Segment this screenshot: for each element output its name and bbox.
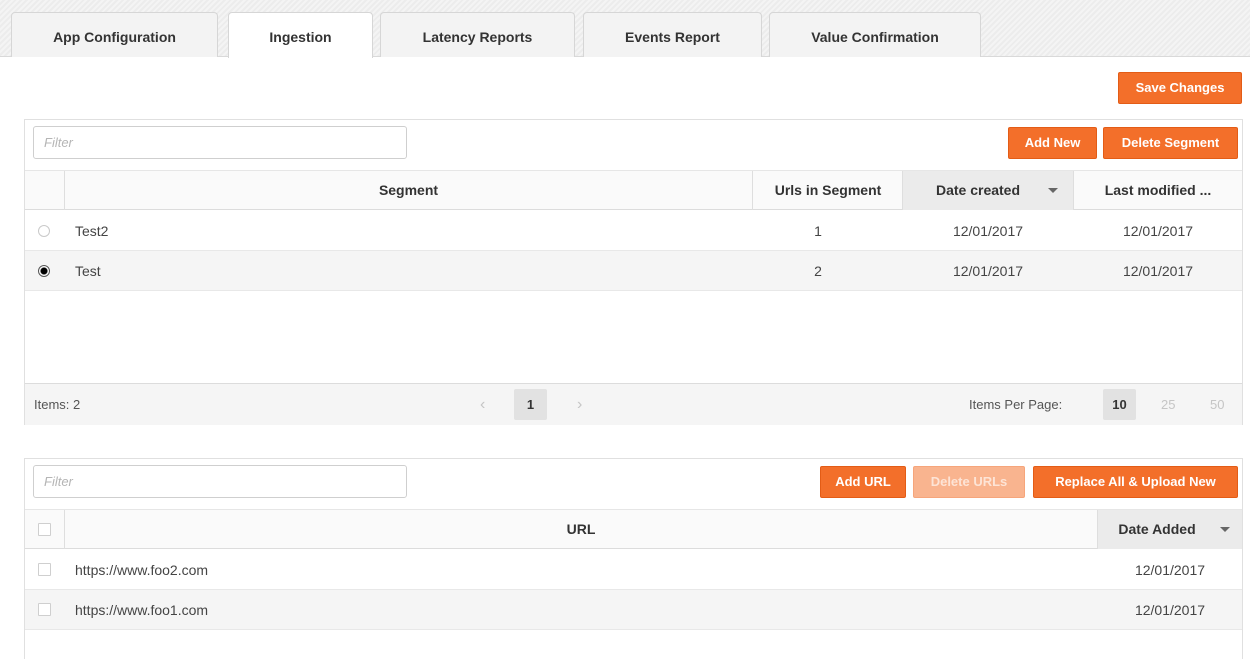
- url-date-added: 12/01/2017: [1134, 602, 1206, 618]
- per-page-option-50[interactable]: 50: [1210, 384, 1224, 425]
- sort-caret-icon: [1220, 527, 1230, 532]
- column-header-label: Date Added: [1118, 521, 1196, 537]
- url-text: https://www.foo1.com: [75, 602, 209, 618]
- items-per-page-label: Items Per Page:: [969, 397, 1063, 412]
- url-row[interactable]: https://www.foo1.com 12/01/2017: [25, 590, 1242, 630]
- tab-latency-reports[interactable]: Latency Reports: [380, 12, 575, 57]
- column-header-urls-in-segment[interactable]: Urls in Segment: [753, 171, 903, 210]
- delete-urls-button[interactable]: Delete URLs: [913, 466, 1025, 498]
- column-header-label: Date created: [935, 182, 1021, 198]
- segments-pager: Items: 2 ‹ 1 › Items Per Page: 10 25 50: [25, 383, 1242, 425]
- segment-last-modified: 12/01/2017: [1122, 263, 1194, 279]
- delete-segment-button[interactable]: Delete Segment: [1103, 127, 1238, 159]
- segment-name: Test: [75, 263, 101, 279]
- prev-page-icon[interactable]: ‹: [480, 384, 485, 425]
- save-changes-button[interactable]: Save Changes: [1118, 72, 1242, 104]
- select-all-checkbox[interactable]: [38, 523, 51, 536]
- add-new-button[interactable]: Add New: [1008, 127, 1097, 159]
- segment-url-count: 2: [814, 263, 822, 279]
- next-page-icon[interactable]: ›: [577, 384, 582, 425]
- segment-radio[interactable]: [38, 265, 50, 277]
- urls-table-header: URL Date Added: [25, 509, 1242, 549]
- sort-caret-icon: [1048, 188, 1058, 193]
- url-checkbox[interactable]: [38, 563, 51, 576]
- column-header-last-modified[interactable]: Last modified ...: [1074, 171, 1242, 210]
- per-page-option-10[interactable]: 10: [1103, 389, 1136, 420]
- column-header-date-created[interactable]: Date created: [903, 171, 1073, 210]
- segment-name: Test2: [75, 223, 109, 239]
- segment-date-created: 12/01/2017: [952, 223, 1024, 239]
- segment-filter-input[interactable]: Filter: [33, 126, 407, 159]
- url-row[interactable]: https://www.foo2.com 12/01/2017: [25, 550, 1242, 590]
- segment-date-created: 12/01/2017: [952, 263, 1024, 279]
- current-page[interactable]: 1: [514, 389, 547, 420]
- segment-url-count: 1: [814, 223, 822, 239]
- segment-row[interactable]: Test 2 12/01/2017 12/01/2017: [25, 251, 1242, 291]
- url-date-added: 12/01/2017: [1134, 562, 1206, 578]
- items-count: Items: 2: [34, 397, 81, 412]
- url-filter-input[interactable]: Filter: [33, 465, 407, 498]
- column-header-url[interactable]: URL: [65, 510, 1097, 549]
- replace-all-upload-new-button[interactable]: Replace All & Upload New: [1033, 466, 1238, 498]
- segment-radio[interactable]: [38, 225, 50, 237]
- segment-row[interactable]: Test2 1 12/01/2017 12/01/2017: [25, 211, 1242, 251]
- url-checkbox[interactable]: [38, 603, 51, 616]
- tab-ingestion[interactable]: Ingestion: [228, 12, 373, 58]
- urls-panel: Filter Add URL Delete URLs Replace All &…: [24, 458, 1243, 659]
- tab-bar: App Configuration Ingestion Latency Repo…: [0, 0, 1250, 58]
- tab-value-confirmation[interactable]: Value Confirmation: [769, 12, 981, 57]
- segment-last-modified: 12/01/2017: [1122, 223, 1194, 239]
- add-url-button[interactable]: Add URL: [820, 466, 906, 498]
- segments-panel: Filter Add New Delete Segment Segment Ur…: [24, 119, 1243, 425]
- tab-app-configuration[interactable]: App Configuration: [11, 12, 218, 57]
- column-header-segment[interactable]: Segment: [65, 171, 752, 210]
- per-page-option-25[interactable]: 25: [1161, 384, 1175, 425]
- column-header-date-added[interactable]: Date Added: [1098, 510, 1242, 549]
- tab-events-report[interactable]: Events Report: [583, 12, 762, 57]
- url-text: https://www.foo2.com: [75, 562, 209, 578]
- segments-table-header: Segment Urls in Segment Date created Las…: [25, 170, 1242, 210]
